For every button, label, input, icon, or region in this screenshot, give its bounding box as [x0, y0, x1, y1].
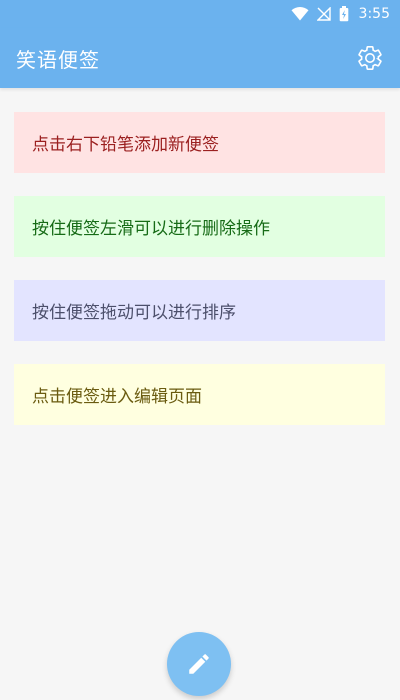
note-text: 按住便签左滑可以进行删除操作 [32, 219, 270, 239]
add-note-button[interactable] [167, 632, 231, 696]
note-item[interactable]: 点击右下铅笔添加新便签 [14, 112, 385, 173]
pencil-icon [189, 654, 209, 674]
wifi-icon [291, 7, 309, 21]
note-text: 点击便签进入编辑页面 [32, 387, 202, 407]
note-item[interactable]: 按住便签拖动可以进行排序 [14, 280, 385, 341]
gear-icon [358, 45, 382, 71]
note-item[interactable]: 点击便签进入编辑页面 [14, 364, 385, 425]
app-title: 笑语便签 [16, 47, 100, 72]
note-text: 点击右下铅笔添加新便签 [32, 135, 219, 155]
settings-button[interactable] [354, 42, 386, 74]
note-item[interactable]: 按住便签左滑可以进行删除操作 [14, 196, 385, 257]
note-text: 按住便签拖动可以进行排序 [32, 303, 236, 323]
app-bar: 笑语便签 [0, 28, 400, 88]
battery-charging-icon [339, 6, 349, 22]
status-bar: 3:55 [0, 0, 400, 28]
notes-list: 点击右下铅笔添加新便签 按住便签左滑可以进行删除操作 按住便签拖动可以进行排序 … [14, 112, 385, 448]
status-time: 3:55 [358, 6, 390, 22]
no-signal-icon [316, 7, 331, 21]
